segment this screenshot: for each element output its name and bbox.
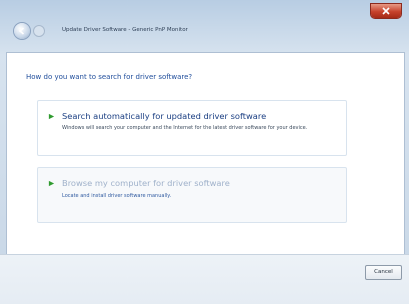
dialog-footer bbox=[0, 254, 409, 304]
close-button[interactable] bbox=[371, 4, 401, 18]
option-search-automatically[interactable]: Search automatically for updated driver … bbox=[37, 100, 347, 156]
option-title: Search automatically for updated driver … bbox=[62, 111, 267, 121]
back-arrow-icon bbox=[18, 27, 25, 35]
cancel-button[interactable]: Cancel bbox=[365, 265, 402, 280]
window-title: Update Driver Software - Generic PnP Mon… bbox=[62, 27, 188, 33]
option-description: Windows will search your computer and th… bbox=[62, 125, 308, 131]
option-browse-computer[interactable]: Browse my computer for driver software L… bbox=[37, 167, 347, 223]
option-title: Browse my computer for driver software bbox=[62, 178, 230, 188]
title-bar: Update Driver Software - Generic PnP Mon… bbox=[0, 0, 409, 48]
green-arrow-icon bbox=[48, 180, 55, 187]
update-driver-window: Update Driver Software - Generic PnP Mon… bbox=[0, 0, 409, 304]
back-button[interactable] bbox=[14, 23, 30, 39]
option-description: Locate and install driver software manua… bbox=[62, 193, 172, 199]
close-icon bbox=[382, 7, 390, 15]
dialog-question: How do you want to search for driver sof… bbox=[26, 73, 193, 81]
green-arrow-icon bbox=[48, 113, 55, 120]
forward-arrow-icon bbox=[34, 26, 44, 36]
